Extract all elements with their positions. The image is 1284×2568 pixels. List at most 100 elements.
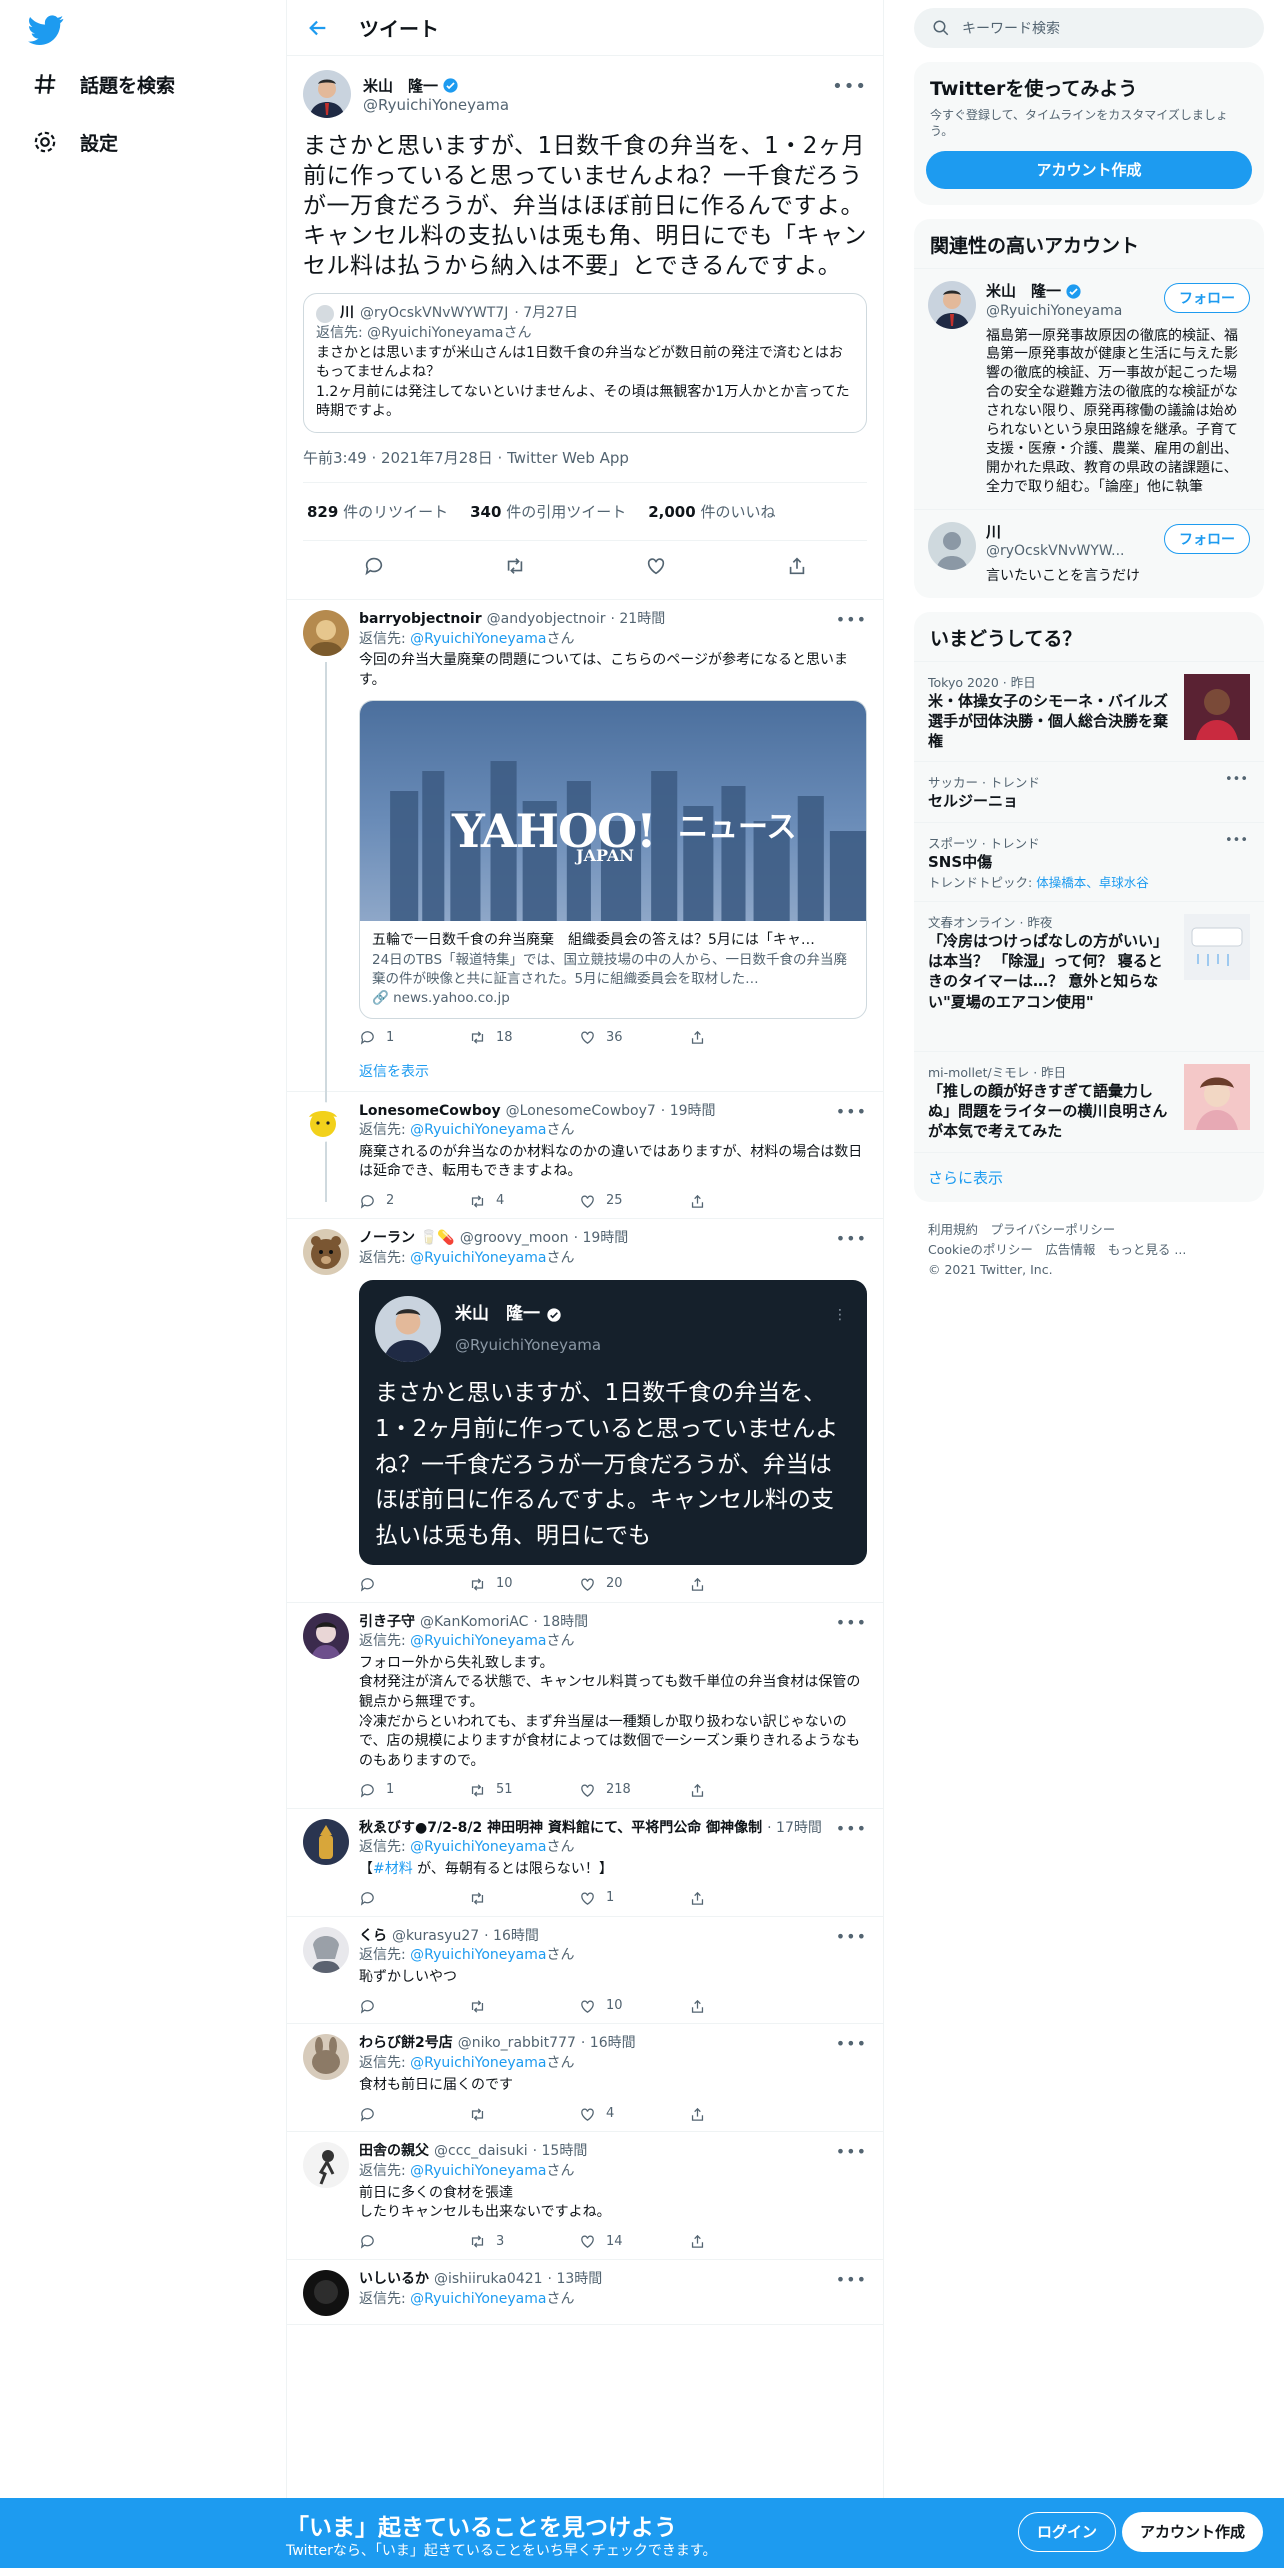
reply-author-handle[interactable]: @andyobjectnoir: [487, 610, 606, 630]
retweet-icon[interactable]: [504, 555, 526, 577]
reply-icon[interactable]: [363, 555, 385, 577]
reply-author-name[interactable]: わらび餅2号店: [359, 2034, 453, 2054]
more-options-icon[interactable]: •••: [836, 1229, 867, 1248]
reply-time[interactable]: · 19時間: [661, 1102, 716, 1122]
back-arrow-icon[interactable]: [307, 17, 329, 39]
more-options-icon[interactable]: •••: [836, 2142, 867, 2161]
reply-author-name[interactable]: LonesomeCowboy: [359, 1102, 501, 1122]
reply-author-handle[interactable]: @KanKomoriAC: [420, 1613, 528, 1633]
share-button[interactable]: [689, 1576, 779, 1593]
retweet-button[interactable]: 4: [469, 1192, 559, 1210]
reply-author-name[interactable]: barryobjectnoir: [359, 610, 482, 630]
twitter-logo-icon[interactable]: [28, 12, 64, 48]
avatar[interactable]: [303, 1926, 349, 1973]
more-options-icon[interactable]: •••: [836, 1613, 867, 1632]
reply-to-handle[interactable]: @RyuichiYoneyama: [410, 1839, 546, 1855]
more-options-icon[interactable]: •••: [1225, 833, 1248, 848]
like-button[interactable]: 36: [579, 1029, 669, 1047]
reply-author-handle[interactable]: @LonesomeCowboy7: [506, 1102, 656, 1122]
signup-button[interactable]: アカウント作成: [1122, 2512, 1264, 2552]
more-options-icon[interactable]: •••: [836, 610, 867, 629]
reply-author-name[interactable]: 田舎の親父: [359, 2142, 429, 2162]
more-options-icon[interactable]: •••: [836, 2034, 867, 2053]
avatar[interactable]: [303, 1229, 349, 1276]
avatar[interactable]: [928, 521, 976, 570]
share-icon[interactable]: [786, 555, 808, 577]
share-button[interactable]: [689, 1782, 779, 1799]
trend-item[interactable]: 文春オンライン · 昨夜 「冷房はつけっぱなしの方がいい」は本当？ 「除湿」って…: [914, 900, 1264, 1051]
reply-button[interactable]: [359, 2106, 449, 2123]
quote-count[interactable]: 340 件の引用ツイート: [470, 501, 626, 522]
reply-author-handle[interactable]: @groovy_moon: [460, 1229, 569, 1249]
retweet-button[interactable]: 10: [469, 1575, 559, 1593]
follow-button[interactable]: フォロー: [1164, 523, 1250, 554]
avatar[interactable]: [303, 1101, 343, 1142]
author-handle[interactable]: @RyuichiYoneyama: [363, 96, 509, 114]
quoted-tweet[interactable]: 川 @ryOcskVNvWYWT7J · 7月27日 返信先: @Ryuichi…: [303, 293, 867, 434]
avatar[interactable]: [303, 2034, 349, 2081]
reply-tweet[interactable]: LonesomeCowboy @LonesomeCowboy7 · 19時間 返…: [287, 1092, 883, 1220]
reply-tweet[interactable]: ノーラン 🥛💊 @groovy_moon · 19時間 返信先: @Ryuich…: [287, 1219, 883, 1603]
reply-tweet[interactable]: 田舎の親父 @ccc_daisuki · 15時間 返信先: @RyuichiY…: [287, 2132, 883, 2260]
like-button[interactable]: 20: [579, 1575, 669, 1593]
share-button[interactable]: [689, 2106, 779, 2123]
reply-button[interactable]: [359, 2233, 449, 2250]
reply-button[interactable]: [359, 1890, 449, 1907]
share-button[interactable]: [689, 1998, 779, 2015]
reply-author-name[interactable]: いしいるか: [359, 2270, 429, 2290]
reply-button[interactable]: 1: [359, 1781, 449, 1799]
search-box[interactable]: キーワード検索: [914, 8, 1264, 48]
avatar[interactable]: [303, 1818, 349, 1865]
reply-tweet[interactable]: くら @kurasyu27 · 16時間 返信先: @RyuichiYoneya…: [287, 1917, 883, 2025]
nav-settings[interactable]: 設定: [32, 120, 118, 164]
share-button[interactable]: [689, 1193, 779, 1210]
avatar[interactable]: [928, 281, 976, 330]
reply-button[interactable]: [359, 1998, 449, 2015]
related-name[interactable]: 米山 隆一: [986, 281, 1061, 301]
more-options-icon[interactable]: •••: [836, 1819, 867, 1838]
reply-tweet[interactable]: 引き子守 @KanKomoriAC · 18時間 返信先: @RyuichiYo…: [287, 1603, 883, 1809]
avatar[interactable]: [303, 70, 351, 118]
nav-explore[interactable]: 話題を検索: [32, 62, 175, 106]
embedded-tweet-image[interactable]: 米山 隆一 @RyuichiYoneyama ⋮ まさかと思いますが、1日数千食…: [359, 1280, 867, 1566]
reply-author-handle[interactable]: @ccc_daisuki: [434, 2142, 528, 2162]
like-button[interactable]: 218: [579, 1781, 669, 1799]
author-name[interactable]: 米山 隆一: [363, 75, 509, 96]
link-card[interactable]: YAHOO! JAPAN ニュース 五輪で一日数千食の弁当廃棄 組織委員会の答え…: [359, 700, 867, 1019]
reply-tweet[interactable]: わらび餅2号店 @niko_rabbit777 · 16時間 返信先: @Ryu…: [287, 2024, 883, 2133]
reply-author-name[interactable]: 引き子守: [359, 1613, 415, 1633]
reply-author-handle[interactable]: @kurasyu27: [392, 1927, 479, 1947]
reply-to-handle[interactable]: @RyuichiYoneyama: [410, 1250, 546, 1266]
reply-time[interactable]: · 13時間: [548, 2270, 603, 2290]
reply-time[interactable]: · 15時間: [533, 2142, 588, 2162]
reply-author-name[interactable]: くら: [359, 1927, 387, 1947]
reply-time[interactable]: · 16時間: [581, 2034, 636, 2054]
retweet-button[interactable]: 51: [469, 1781, 559, 1799]
share-button[interactable]: [689, 1029, 779, 1046]
reply-time[interactable]: · 17時間: [767, 1819, 822, 1839]
retweet-count[interactable]: 829 件のリツイート: [307, 501, 448, 522]
share-button[interactable]: [689, 1890, 779, 1907]
reply-to-handle[interactable]: @RyuichiYoneyama: [410, 1947, 546, 1963]
trend-item[interactable]: mi-mollet/ミモレ · 昨日 「推しの顔が好きすぎて語彙力しぬ」問題をラ…: [914, 1050, 1264, 1152]
footer-links-2[interactable]: Cookieのポリシー 広告情報 もっと見る ...: [928, 1240, 1250, 1260]
share-button[interactable]: [689, 2233, 779, 2250]
reply-time[interactable]: · 18時間: [533, 1613, 588, 1633]
show-replies-link[interactable]: 返信を表示: [359, 1063, 867, 1083]
search-input[interactable]: キーワード検索: [962, 18, 1060, 38]
trend-topic-links[interactable]: 体操橋本、卓球水谷: [1036, 875, 1149, 890]
reply-button[interactable]: 2: [359, 1192, 449, 1210]
like-button[interactable]: 14: [579, 2233, 669, 2251]
reply-to-handle[interactable]: @RyuichiYoneyama: [410, 1122, 546, 1138]
like-button[interactable]: 4: [579, 2105, 669, 2123]
trend-item[interactable]: スポーツ · トレンド SNS中傷 トレンドトピック: 体操橋本、卓球水谷 ••…: [914, 821, 1264, 901]
avatar[interactable]: [303, 2142, 349, 2189]
retweet-button[interactable]: 18: [469, 1029, 559, 1047]
like-button[interactable]: 25: [579, 1192, 669, 1210]
follow-button[interactable]: フォロー: [1164, 283, 1250, 314]
login-button[interactable]: ログイン: [1018, 2512, 1117, 2552]
reply-to-handle[interactable]: @RyuichiYoneyama: [410, 631, 546, 647]
avatar[interactable]: [303, 2270, 349, 2316]
reply-button[interactable]: 1: [359, 1029, 449, 1047]
like-icon[interactable]: [645, 555, 667, 577]
